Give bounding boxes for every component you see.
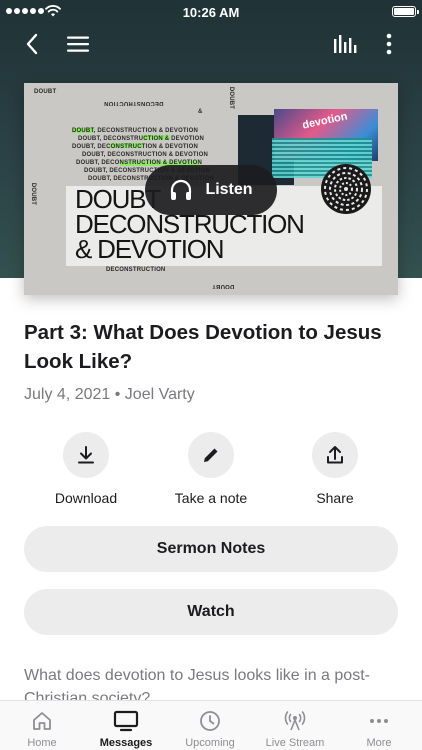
audio-bars-icon <box>334 35 357 53</box>
artwork-repeat-text: DOUBT, DECONSTRUCTION & DEVOTION <box>78 136 205 142</box>
artwork-repeat-text: DOUBT, DECONSTRUCTION & DEVOTION <box>72 128 199 134</box>
clock-icon <box>200 711 220 731</box>
meta-separator: • <box>114 386 121 403</box>
tab-upcoming-label: Upcoming <box>185 737 235 749</box>
menu-button[interactable] <box>64 28 92 60</box>
artwork-photo-label: devotion <box>301 110 349 132</box>
tv-icon <box>113 710 139 732</box>
listen-label: Listen <box>205 181 253 198</box>
listen-button[interactable]: Listen <box>145 165 277 215</box>
status-time: 10:26 AM <box>182 5 240 20</box>
navigation-bar <box>0 28 422 60</box>
vertical-ellipsis-icon <box>386 33 392 55</box>
artwork-title-line: & DEVOTION <box>75 234 225 264</box>
share-label: Share <box>316 490 354 506</box>
audio-levels-button[interactable] <box>330 28 360 60</box>
status-bar: 10:26 AM <box>0 0 422 24</box>
ellipsis-icon <box>370 719 388 723</box>
tab-home-label: Home <box>27 737 57 749</box>
download-icon <box>78 446 94 464</box>
share-button[interactable]: Share <box>280 432 390 506</box>
message-speaker: Joel Varty <box>124 386 195 403</box>
tab-bar: Home Messages Upcoming Live Stream More <box>0 700 422 750</box>
artwork-repeat-text: DOUBT, DECONSTRUCTION & DEVOTION <box>72 144 199 150</box>
artwork-spiral-icon <box>321 164 371 214</box>
tab-more-label: More <box>366 737 392 749</box>
artwork-deconstruction-label: DECONSTRUCTION <box>104 100 164 106</box>
headphones-icon <box>171 179 192 200</box>
more-options-button[interactable] <box>378 28 400 60</box>
download-button[interactable]: Download <box>31 432 141 506</box>
message-date: July 4, 2021 <box>24 386 111 403</box>
artwork-doubt-vertical: DOUBT <box>228 86 235 110</box>
artwork-deconstruction-bottom: DECONSTRUCTION <box>106 267 166 273</box>
share-circle[interactable] <box>312 432 358 478</box>
back-button[interactable] <box>18 28 46 60</box>
sermon-notes-button[interactable]: Sermon Notes <box>24 526 398 572</box>
chevron-left-icon <box>26 33 38 55</box>
tab-upcoming[interactable]: Upcoming <box>168 701 252 750</box>
take-note-button[interactable]: Take a note <box>156 432 266 506</box>
artwork-doubt-label: DOUBT <box>34 89 57 95</box>
tab-messages[interactable]: Messages <box>84 701 168 750</box>
hamburger-menu-icon <box>67 36 89 52</box>
take-note-circle[interactable] <box>188 432 234 478</box>
battery-icon <box>392 6 419 17</box>
message-title: Part 3: What Does Devotion to Jesus Look… <box>24 321 382 373</box>
watch-button[interactable]: Watch <box>24 589 398 635</box>
home-icon <box>33 712 51 730</box>
share-icon <box>327 446 343 464</box>
download-circle[interactable] <box>63 432 109 478</box>
tab-messages-label: Messages <box>99 737 153 749</box>
tab-live-stream-label: Live Stream <box>265 737 325 749</box>
download-label: Download <box>54 490 118 506</box>
take-note-label: Take a note <box>174 490 248 506</box>
artwork-repeat-text: DOUBT, DECONSTRUCTION & DEVOTION <box>82 152 209 158</box>
tab-home[interactable]: Home <box>0 701 84 750</box>
artwork-doubt-left: DOUBT <box>30 182 37 206</box>
tab-more[interactable]: More <box>337 701 421 750</box>
message-meta: July 4, 2021 • Joel Varty <box>24 386 195 404</box>
tab-live-stream[interactable]: Live Stream <box>253 701 337 750</box>
broadcast-icon <box>284 711 306 731</box>
artwork-doubt-bottom: DOUBT <box>212 283 235 289</box>
artwork-amp-label: & <box>198 109 203 115</box>
pencil-icon <box>204 448 218 462</box>
